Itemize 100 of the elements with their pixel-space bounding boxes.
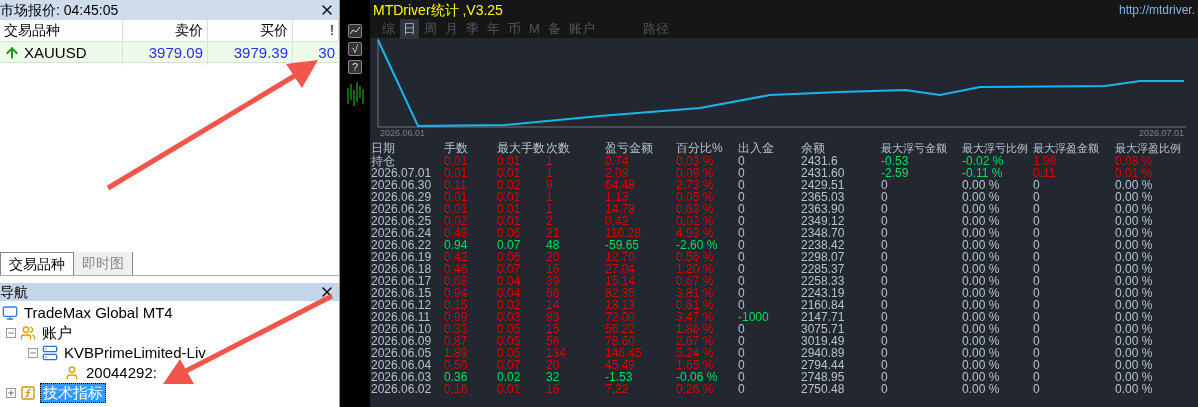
table-cell-text: 39 bbox=[546, 275, 561, 287]
table-cell-text: 0 bbox=[881, 227, 889, 239]
table-cell-text: 0.46 bbox=[444, 263, 469, 275]
table-cell-text: 0.02 bbox=[444, 215, 469, 227]
table-cell-text: 0.07 bbox=[497, 239, 522, 251]
table-cell-text: 0.01 bbox=[497, 383, 522, 395]
table-cell-text: 0 bbox=[1033, 287, 1041, 299]
tree-item[interactable]: 20044292: bbox=[84, 364, 159, 382]
table-cell-text: 0.99 bbox=[444, 311, 469, 323]
table-cell-text: 0 bbox=[1033, 179, 1041, 191]
table-cell-text: 0.00 % bbox=[962, 191, 1001, 203]
table-cell-text: 0 bbox=[881, 191, 889, 203]
table-cell-text: 0.01 bbox=[497, 167, 522, 179]
table-cell-text: 2026.06.22 bbox=[371, 239, 433, 251]
table-cell-text: 0.15 bbox=[444, 299, 469, 311]
table-cell-text: 0 bbox=[738, 251, 746, 263]
table-cell-text: 0.00 % bbox=[1115, 347, 1154, 359]
table-cell-text: 0.00 % bbox=[962, 203, 1001, 215]
column-header[interactable]: ! bbox=[293, 20, 339, 41]
table-cell-text: 1.98 bbox=[1033, 155, 1058, 167]
table-cell-text: 5.24 % bbox=[676, 347, 715, 359]
table-cell-text: 0.11 bbox=[1033, 167, 1057, 179]
website-link[interactable]: http://mtdriver. bbox=[1118, 1, 1195, 19]
toolbar-button[interactable]: √ bbox=[348, 42, 362, 56]
table-cell-text: 0.00 % bbox=[962, 251, 1001, 263]
table-cell-text: 2026.06.04 bbox=[371, 359, 433, 371]
table-cell-text: 1.65 % bbox=[676, 359, 715, 371]
table-cell-text: 0 bbox=[738, 359, 746, 371]
table-cell-text: -1000 bbox=[738, 311, 770, 323]
table-cell-text: 0 bbox=[881, 359, 889, 371]
table-cell-text: 0.00 % bbox=[962, 275, 1001, 287]
table-cell-text: 0.02 bbox=[497, 299, 522, 311]
table-cell-text: 3.47 % bbox=[676, 311, 715, 323]
table-cell-text: 0.11 bbox=[444, 179, 468, 191]
chart-icon-button[interactable] bbox=[348, 24, 362, 38]
toolbar-button[interactable]: ? bbox=[348, 60, 362, 74]
table-cell-text: 0 bbox=[1033, 251, 1041, 263]
table-cell-text: 0.06 bbox=[497, 227, 522, 239]
table-cell-text: 0.00 % bbox=[962, 179, 1001, 191]
column-header: 盈亏金额 bbox=[605, 141, 654, 155]
table-cell-text: 15.14 bbox=[605, 275, 637, 287]
table-cell-text: 2026.06.02 bbox=[371, 383, 433, 395]
table-cell-text: 0.61 % bbox=[676, 299, 715, 311]
tree-item[interactable]: TradeMax Global MT4 bbox=[22, 301, 175, 325]
table-cell-text: 0.00 % bbox=[962, 359, 1001, 371]
table-cell-text: 0 bbox=[738, 155, 746, 167]
table-cell-text: 0 bbox=[738, 347, 746, 359]
table-cell-text: 0.42 bbox=[605, 215, 630, 227]
table-cell-text: 0.04 bbox=[497, 287, 522, 299]
table-cell-text: 64.48 bbox=[605, 179, 637, 191]
table-cell-text: 0 bbox=[738, 287, 746, 299]
chart-icon bbox=[350, 27, 360, 35]
table-cell-text: 2026.06.11 bbox=[371, 311, 432, 323]
column-header[interactable]: 卖价 bbox=[123, 20, 208, 41]
table-cell-text: 0.01 bbox=[497, 155, 522, 167]
table-cell-text: -0.06 % bbox=[676, 371, 719, 383]
table-cell-text: 0 bbox=[881, 275, 889, 287]
table-cell-text: 2026.06.17 bbox=[371, 275, 433, 287]
expand-toggle[interactable] bbox=[6, 388, 16, 398]
column-header[interactable]: 买价 bbox=[208, 20, 293, 41]
table-cell-text: 0 bbox=[881, 347, 889, 359]
table-cell-text: 0 bbox=[881, 371, 889, 383]
table-cell-text: 2160.84 bbox=[801, 299, 846, 311]
table-cell-text: 2026.06.24 bbox=[371, 227, 433, 239]
table-cell-text: 0 bbox=[881, 299, 889, 311]
table-cell-text: 0 bbox=[738, 191, 746, 203]
collapse-toggle[interactable] bbox=[6, 328, 16, 338]
collapse-toggle[interactable] bbox=[28, 348, 38, 358]
table-cell-text: 0.02 bbox=[497, 179, 522, 191]
table-cell-text: 0.00 % bbox=[1115, 335, 1154, 347]
column-header: 百分比% bbox=[676, 141, 724, 155]
table-cell-text: 45.49 bbox=[605, 359, 637, 371]
table-cell-text: 82.35 bbox=[605, 287, 637, 299]
monitor-icon bbox=[2, 305, 18, 321]
table-cell-text: 0 bbox=[881, 179, 889, 191]
table-cell-text: 2 bbox=[546, 215, 554, 227]
table-cell-text: 0 bbox=[1033, 203, 1041, 215]
tree-item[interactable]: 账户 bbox=[40, 324, 74, 342]
column-header: 日期 bbox=[371, 141, 396, 155]
table-cell-text: 0 bbox=[738, 179, 746, 191]
table-cell-text: 7.22 bbox=[605, 383, 630, 395]
table-cell-text: 32 bbox=[546, 371, 561, 383]
column-header[interactable]: 交易品种 bbox=[0, 20, 123, 41]
table-cell-text: 0.00 % bbox=[1115, 275, 1154, 287]
symbol-cell[interactable]: XAUUSD bbox=[24, 42, 87, 65]
tree-item[interactable]: KVBPrimeLimited-Liv bbox=[62, 344, 208, 362]
table-cell-text: 0 bbox=[738, 203, 746, 215]
table-cell-text: 2026.06.10 bbox=[371, 323, 433, 335]
table-cell-text: 20 bbox=[546, 359, 561, 371]
table-cell-text: 0 bbox=[1033, 299, 1041, 311]
panel-tab[interactable]: 交易品种 bbox=[0, 252, 74, 275]
table-cell-text: 2026.06.15 bbox=[371, 287, 433, 299]
table-cell-text: 2365.03 bbox=[801, 191, 846, 203]
table-cell-text: 21 bbox=[546, 227, 561, 239]
table-cell-text: -0.02 % bbox=[962, 155, 1005, 167]
table-cell-text: 0.00 % bbox=[962, 215, 1001, 227]
table-cell-text: -0.53 bbox=[881, 155, 910, 167]
table-cell-text: 20 bbox=[546, 251, 561, 263]
stats-tab[interactable]: 日 bbox=[400, 19, 419, 39]
table-cell-text: 134 bbox=[546, 347, 568, 359]
